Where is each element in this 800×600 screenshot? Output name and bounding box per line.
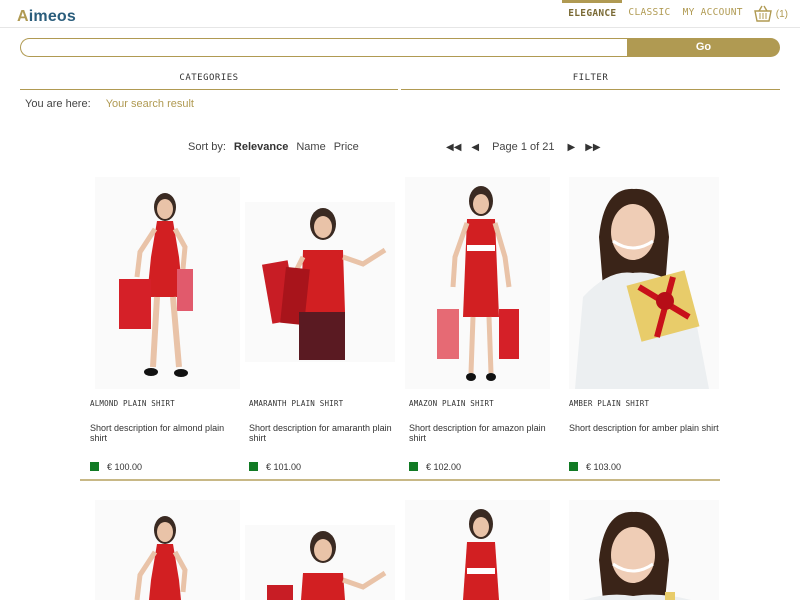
sort-name[interactable]: Name (296, 141, 325, 153)
nav-classic[interactable]: CLASSIC (622, 0, 676, 28)
nav-my-account[interactable]: MY ACCOUNT (677, 0, 749, 28)
basket-button[interactable]: (1) (749, 0, 800, 28)
woman-gift-box-image (575, 188, 709, 389)
next-page-icon[interactable]: ▶ (562, 142, 580, 153)
product-name[interactable]: AMARANTH PLAIN SHIRT (249, 399, 343, 408)
logo-text: imeos (28, 8, 77, 25)
product-image[interactable] (569, 500, 719, 600)
header: Aimeos ELEGANCE CLASSIC MY ACCOUNT (1) (0, 0, 800, 28)
search-go-button[interactable]: Go (627, 38, 780, 57)
product-image[interactable] (405, 177, 550, 389)
sort-bar: Sort by: Relevance Name Price (188, 141, 359, 153)
product-price: € 103.00 (586, 462, 622, 472)
nav-elegance[interactable]: ELEGANCE (562, 0, 623, 28)
woman-shopping-bags-image (261, 208, 387, 360)
product-description: Short description for amazon plain shirt (409, 423, 546, 443)
search-bar: Go (20, 38, 780, 57)
basket-icon (753, 5, 772, 22)
product-description: Short description for almond plain shirt (90, 423, 225, 443)
woman-gift-box-image (583, 511, 691, 600)
stock-indicator (409, 462, 418, 471)
sort-price[interactable]: Price (334, 141, 359, 153)
sort-label: Sort by: (188, 141, 226, 153)
stock-indicator (249, 462, 258, 471)
woman-red-dress-image (119, 193, 193, 377)
last-page-icon[interactable]: ▶▶ (580, 142, 605, 153)
search-input[interactable] (20, 38, 632, 57)
product-image[interactable] (405, 500, 550, 600)
logo-letter-a: A (17, 8, 29, 25)
product-description: Short description for amaranth plain shi… (249, 423, 392, 443)
product-image[interactable] (245, 525, 395, 600)
product-name[interactable]: AMBER PLAIN SHIRT (569, 399, 649, 408)
tab-categories[interactable]: CATEGORIES (20, 66, 398, 90)
stock-indicator (90, 462, 99, 471)
product-image[interactable] (95, 177, 240, 389)
tab-filter[interactable]: FILTER (401, 66, 780, 90)
product-price: € 101.00 (266, 462, 302, 472)
product-name[interactable]: AMAZON PLAIN SHIRT (409, 399, 494, 408)
product-price: € 102.00 (426, 462, 462, 472)
pagination: ◀◀ ◀ Page 1 of 21 ▶ ▶▶ (441, 141, 606, 153)
product-price: € 100.00 (107, 462, 143, 472)
product-name[interactable]: ALMOND PLAIN SHIRT (90, 399, 175, 408)
breadcrumb: You are here: Your search result (25, 98, 194, 110)
breadcrumb-label: You are here: (25, 98, 91, 110)
product-image[interactable] (95, 500, 240, 600)
product-image[interactable] (245, 202, 395, 362)
breadcrumb-current[interactable]: Your search result (106, 98, 194, 110)
stock-indicator (569, 462, 578, 471)
top-nav: ELEGANCE CLASSIC MY ACCOUNT (1) (562, 0, 800, 28)
first-page-icon[interactable]: ◀◀ (441, 142, 466, 153)
woman-red-dress-image (134, 516, 188, 600)
product-description: Short description for amber plain shirt (569, 423, 719, 433)
page-indicator: Page 1 of 21 (492, 141, 555, 153)
sort-relevance[interactable]: Relevance (234, 141, 288, 153)
product-image[interactable] (569, 177, 719, 389)
row-divider (80, 479, 720, 481)
prev-page-icon[interactable]: ◀ (466, 142, 484, 153)
basket-count: (1) (775, 8, 788, 20)
woman-red-dress-front-image (463, 509, 499, 600)
woman-red-dress-front-image (437, 186, 519, 381)
logo[interactable]: Aimeos (17, 8, 76, 26)
woman-shopping-bags-image (267, 531, 387, 600)
